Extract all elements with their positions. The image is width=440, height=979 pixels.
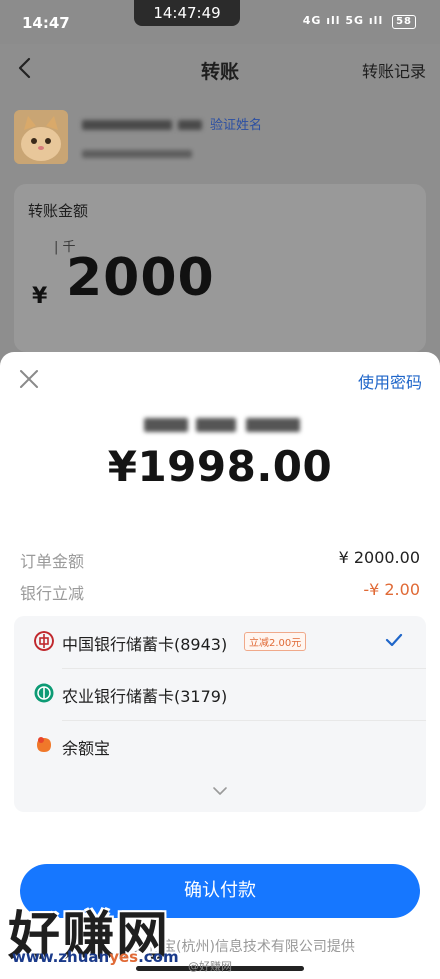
check-icon — [385, 633, 403, 647]
battery-icon: 58 — [392, 15, 416, 29]
payment-sheet: 使用密码 ¥1998.00 订单金额 ¥ 2000.00 银行立减 -¥ 2.0… — [0, 352, 440, 979]
verify-name-link[interactable]: 验证姓名 — [210, 114, 262, 133]
transfer-amount-card: 转账金额 | 千 ¥ 2000 — [14, 184, 426, 352]
cat-avatar-image — [14, 110, 68, 164]
bank-discount-label: 银行立减 — [20, 584, 85, 603]
payment-method-abc[interactable]: 农业银行储蓄卡(3179) — [14, 668, 426, 720]
status-bar: 14:47 14:47:49 4G ıll 5G ıll 58 — [0, 0, 440, 44]
masked-payee-title-3 — [246, 418, 300, 432]
bank-discount-row: 银行立减 -¥ 2.00 — [20, 580, 420, 604]
bank-discount-value: -¥ 2.00 — [363, 580, 420, 599]
amount-input[interactable]: 2000 — [66, 248, 215, 308]
watermark-weibo: @好赚网 — [188, 960, 232, 973]
payee-info: 验证姓名 — [14, 108, 426, 172]
watermark-url: www.zhuanyes.com — [12, 948, 179, 966]
screen-record-pill: 14:47:49 — [134, 0, 240, 26]
masked-payee-name — [82, 120, 172, 130]
masked-payee-name-2 — [178, 120, 202, 130]
transfer-records-link[interactable]: 转账记录 — [362, 58, 426, 82]
order-amount-label: 订单金额 — [20, 552, 85, 571]
payment-method-boc[interactable]: 中国银行储蓄卡(8943) 立减2.00元 — [14, 616, 426, 668]
yuebao-icon — [37, 737, 51, 752]
payment-method-list: 中国银行储蓄卡(8943) 立减2.00元 农业银行储蓄卡(3179) 余额宝 — [14, 616, 426, 812]
abc-bank-icon — [34, 683, 54, 703]
payment-method-yuebao[interactable]: 余额宝 — [14, 720, 426, 772]
payment-method-label: 余额宝 — [62, 739, 111, 758]
order-amount-row: 订单金额 ¥ 2000.00 — [20, 548, 420, 572]
amount-label: 转账金额 — [28, 202, 89, 220]
promo-badge: 立减2.00元 — [244, 632, 307, 651]
status-time: 14:47 — [22, 14, 70, 32]
status-icons: 4G ıll 5G ıll 58 — [303, 14, 416, 29]
payment-method-label: 中国银行储蓄卡(8943) — [62, 635, 228, 654]
avatar — [14, 110, 68, 164]
boc-bank-icon — [34, 631, 54, 651]
masked-payee-account — [82, 150, 192, 158]
currency-symbol: ¥ — [32, 284, 48, 309]
masked-payee-title — [144, 418, 188, 432]
chevron-down-icon[interactable] — [212, 786, 228, 796]
nav-bar: 转账 转账记录 — [0, 44, 440, 94]
signal-icon: 4G ıll 5G ıll — [302, 14, 384, 27]
pay-amount: ¥1998.00 — [107, 442, 333, 491]
payment-method-label: 农业银行储蓄卡(3179) — [62, 687, 228, 706]
order-amount-value: ¥ 2000.00 — [338, 548, 420, 567]
use-password-link[interactable]: 使用密码 — [358, 369, 422, 393]
close-icon[interactable] — [18, 368, 40, 390]
masked-payee-title-2 — [196, 418, 236, 432]
